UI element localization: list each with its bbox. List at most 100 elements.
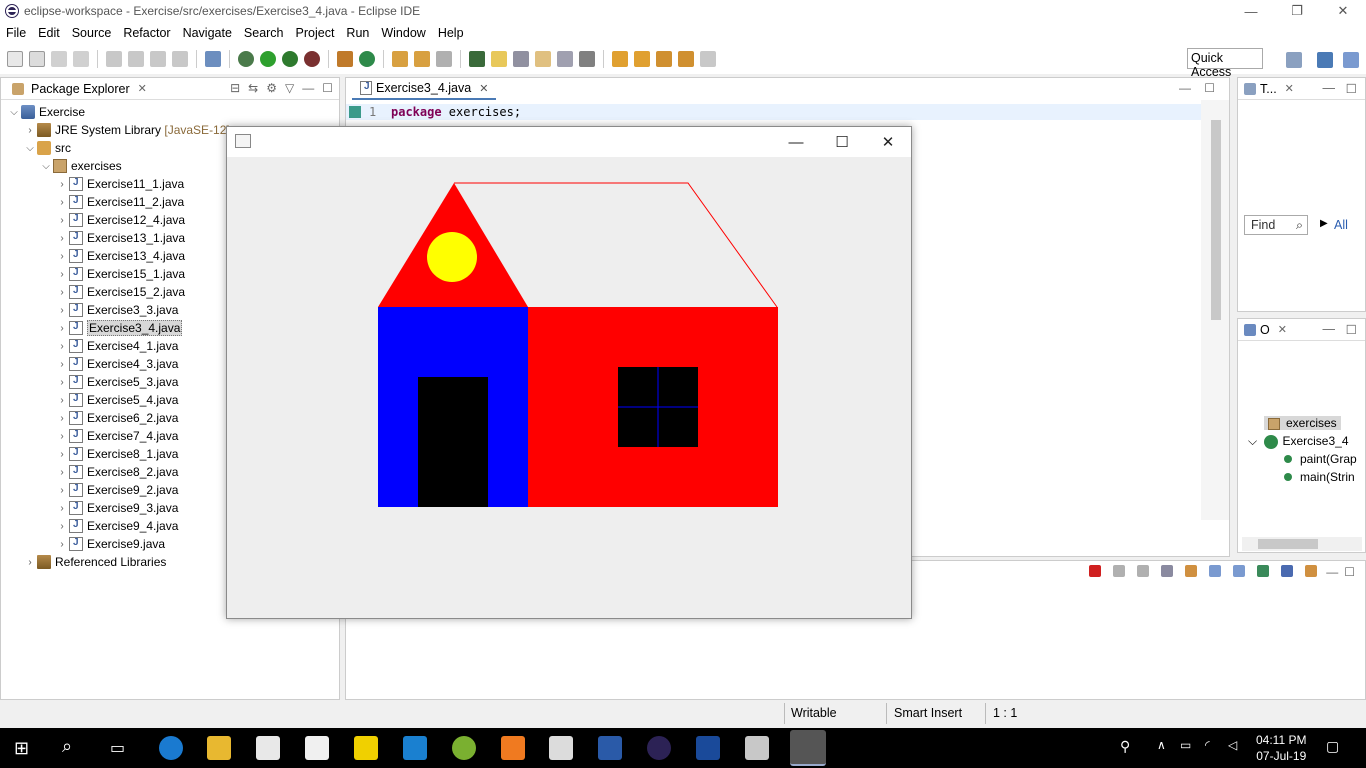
powershell-icon[interactable] bbox=[696, 736, 720, 760]
sticky-notes-icon[interactable] bbox=[354, 736, 378, 760]
open-resource-icon[interactable] bbox=[414, 51, 430, 67]
menu-edit[interactable]: Edit bbox=[32, 26, 66, 40]
block-selection-icon[interactable] bbox=[535, 51, 551, 67]
mark-occurrences-icon[interactable] bbox=[491, 51, 507, 67]
close-icon[interactable]: ✕ bbox=[1285, 82, 1294, 95]
task-list-tab[interactable]: T... ✕ — ☐ bbox=[1238, 78, 1365, 100]
menu-run[interactable]: Run bbox=[340, 26, 375, 40]
prev-annotation-icon[interactable] bbox=[634, 51, 650, 67]
chevron-right-icon[interactable]: › bbox=[55, 197, 69, 208]
chevron-right-icon[interactable]: › bbox=[55, 269, 69, 280]
last-edit-icon[interactable] bbox=[656, 51, 672, 67]
mail-icon[interactable] bbox=[305, 736, 329, 760]
search-icon[interactable] bbox=[436, 51, 452, 67]
scrollbar-thumb[interactable] bbox=[1258, 539, 1318, 549]
back-nav-icon[interactable] bbox=[678, 51, 694, 67]
chevron-right-icon[interactable]: › bbox=[55, 539, 69, 550]
maximize-icon[interactable]: ☐ bbox=[1204, 81, 1215, 95]
chevron-right-icon[interactable]: › bbox=[55, 413, 69, 424]
minimize-icon[interactable]: — bbox=[1323, 322, 1336, 336]
pilcrow-icon[interactable] bbox=[579, 51, 595, 67]
notifications-icon[interactable]: ▢ bbox=[1326, 738, 1339, 755]
close-button[interactable]: ✕ bbox=[1320, 0, 1366, 22]
forward-nav-icon[interactable] bbox=[700, 51, 716, 67]
link-editor-icon[interactable]: ⇆ bbox=[248, 81, 258, 95]
external-tools-icon[interactable] bbox=[304, 51, 320, 67]
maximize-icon[interactable]: ☐ bbox=[322, 81, 333, 95]
outline-item-package[interactable]: exercises bbox=[1264, 416, 1341, 430]
photos-icon[interactable] bbox=[745, 736, 769, 760]
annotation-icon[interactable] bbox=[469, 51, 485, 67]
volume-icon[interactable]: ◁ bbox=[1228, 738, 1237, 752]
chevron-right-icon[interactable]: › bbox=[55, 377, 69, 388]
pin-console-icon[interactable] bbox=[1209, 565, 1222, 577]
chevron-right-icon[interactable]: › bbox=[55, 179, 69, 190]
chevron-right-icon[interactable]: › bbox=[55, 233, 69, 244]
search-icon[interactable]: ⌕ bbox=[62, 736, 72, 757]
forward-icon[interactable] bbox=[150, 51, 166, 67]
chevron-down-icon[interactable]: ⌵ bbox=[23, 143, 37, 154]
eclipse-taskbar-icon[interactable] bbox=[647, 736, 671, 760]
open-perspective-icon[interactable] bbox=[1286, 52, 1302, 68]
taskbar-clock[interactable]: 04:11 PM 07-Jul-19 bbox=[1256, 732, 1306, 764]
new-console-icon[interactable] bbox=[1305, 565, 1318, 577]
remove-all-icon[interactable] bbox=[1137, 565, 1150, 577]
run-icon[interactable] bbox=[260, 51, 276, 67]
minimize-icon[interactable]: — bbox=[1323, 81, 1336, 95]
minimize-button[interactable]: — bbox=[773, 127, 819, 157]
edge-icon[interactable] bbox=[159, 736, 183, 760]
new-package-icon[interactable] bbox=[29, 51, 45, 67]
virtualbox-icon[interactable] bbox=[549, 736, 573, 760]
tree-item-project[interactable]: ⌵ Exercise bbox=[1, 103, 339, 121]
outline-hscrollbar[interactable] bbox=[1242, 537, 1362, 551]
undo-icon[interactable] bbox=[106, 51, 122, 67]
chevron-right-icon[interactable]: › bbox=[55, 341, 69, 352]
chevron-right-icon[interactable]: › bbox=[55, 323, 69, 334]
chevron-up-icon[interactable]: ∧ bbox=[1157, 738, 1166, 752]
chevron-right-icon[interactable]: › bbox=[55, 287, 69, 298]
restore-button[interactable]: ❐ bbox=[1274, 0, 1320, 22]
menu-help[interactable]: Help bbox=[432, 26, 470, 40]
close-button[interactable]: ✕ bbox=[865, 127, 911, 157]
minimize-icon[interactable]: — bbox=[1326, 565, 1338, 579]
clear-console-icon[interactable] bbox=[1161, 565, 1174, 577]
battery-icon[interactable]: ▭ bbox=[1180, 738, 1191, 752]
quick-access-input[interactable]: Quick Access bbox=[1187, 48, 1263, 79]
save-icon[interactable] bbox=[51, 51, 67, 67]
editor-scrollbar[interactable] bbox=[1201, 100, 1229, 520]
chevron-right-icon[interactable]: › bbox=[55, 521, 69, 532]
scrollbar-thumb[interactable] bbox=[1211, 120, 1221, 320]
chevron-right-icon[interactable]: › bbox=[55, 305, 69, 316]
redo-icon[interactable] bbox=[172, 51, 188, 67]
java-taskbar-icon[interactable] bbox=[790, 730, 826, 766]
maximize-icon[interactable]: ☐ bbox=[1346, 322, 1357, 337]
windows-start-icon[interactable]: ⊞ bbox=[14, 738, 29, 759]
menu-source[interactable]: Source bbox=[66, 26, 118, 40]
chevron-right-icon[interactable]: › bbox=[55, 251, 69, 262]
new-java-class-icon[interactable] bbox=[359, 51, 375, 67]
debug-icon[interactable] bbox=[238, 51, 254, 67]
menu-search[interactable]: Search bbox=[238, 26, 290, 40]
skip-breakpoints-icon[interactable] bbox=[205, 51, 221, 67]
minimize-button[interactable]: — bbox=[1228, 0, 1274, 22]
chevron-right-icon[interactable]: › bbox=[55, 503, 69, 514]
xampp-icon[interactable] bbox=[501, 736, 525, 760]
menu-navigate[interactable]: Navigate bbox=[177, 26, 238, 40]
scroll-lock-icon[interactable] bbox=[1185, 565, 1198, 577]
close-icon[interactable]: ✕ bbox=[138, 82, 147, 95]
save-all-icon[interactable] bbox=[73, 51, 89, 67]
menu-project[interactable]: Project bbox=[290, 26, 341, 40]
word-wrap-icon[interactable] bbox=[513, 51, 529, 67]
people-icon[interactable]: ⚲ bbox=[1120, 738, 1130, 755]
chevron-right-icon[interactable]: › bbox=[23, 125, 37, 136]
filter-icon[interactable]: ⚙ bbox=[266, 81, 277, 95]
view-menu-icon[interactable]: ▽ bbox=[285, 81, 294, 95]
chevron-right-icon[interactable]: › bbox=[55, 215, 69, 226]
file-explorer-icon[interactable] bbox=[207, 736, 231, 760]
outline-item-class[interactable]: ⌵ Exercise3_4 bbox=[1248, 434, 1349, 449]
maximize-icon[interactable]: ☐ bbox=[1344, 565, 1355, 579]
close-icon[interactable]: ✕ bbox=[479, 82, 488, 95]
coverage-icon[interactable] bbox=[282, 51, 298, 67]
vscode-icon[interactable] bbox=[403, 736, 427, 760]
minimize-icon[interactable]: — bbox=[302, 81, 314, 95]
